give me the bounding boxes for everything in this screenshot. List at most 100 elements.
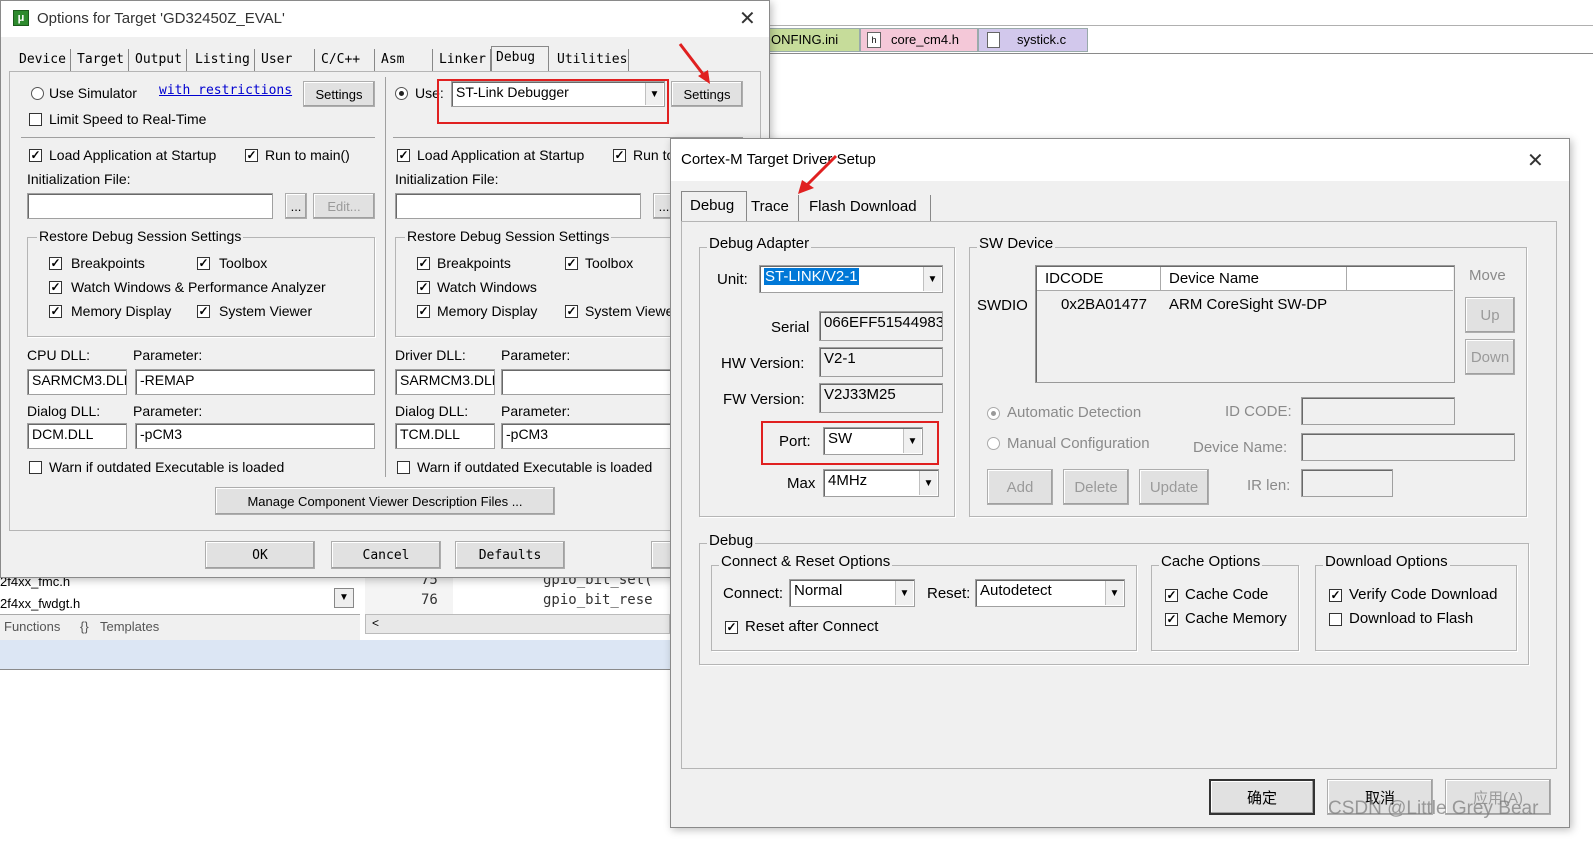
code-area: 75 gpio_bit_set( 76 gpio_bit_rese — [365, 572, 670, 614]
horizontal-scrollbar[interactable]: < — [365, 614, 670, 634]
init-file-browse-button[interactable]: ... — [285, 193, 307, 219]
tab-user[interactable]: User — [257, 49, 315, 71]
id-code-input[interactable] — [1301, 397, 1455, 425]
tab-debug[interactable]: Debug — [491, 46, 549, 71]
cache-memory-checkbox[interactable]: ✓ — [1165, 613, 1178, 626]
automatic-detection-radio[interactable] — [987, 407, 1000, 420]
tab-cpp[interactable]: C/C++ — [317, 49, 375, 71]
editor-tab-config[interactable]: ONFING.ini — [768, 28, 860, 52]
tab-device[interactable]: Device — [15, 49, 71, 71]
ir-len-input[interactable] — [1301, 469, 1393, 497]
device-table[interactable]: IDCODE Device Name 0x2BA01477 ARM CoreSi… — [1035, 265, 1455, 383]
use-simulator-label: Use Simulator — [49, 85, 137, 101]
cache-options-title: Cache Options — [1159, 553, 1263, 570]
ok-button[interactable]: OK — [205, 541, 315, 569]
manage-component-viewer-button[interactable]: Manage Component Viewer Description File… — [215, 487, 555, 515]
tab-listing[interactable]: Listing — [191, 49, 255, 71]
limit-speed-checkbox[interactable] — [29, 113, 42, 126]
ir-len-label: IR len: — [1247, 477, 1291, 494]
tab-output[interactable]: Output — [131, 49, 187, 71]
chevron-down-icon[interactable]: ▼ — [919, 471, 937, 495]
cpu-parameter-input[interactable]: -REMAP — [135, 369, 375, 395]
cpu-dll-input[interactable]: SARMCM3.DLL — [27, 369, 127, 395]
debug-options-title: Debug — [707, 532, 756, 549]
close-icon[interactable]: ✕ — [1527, 148, 1544, 173]
right-toolbox-checkbox[interactable]: ✓ — [565, 257, 578, 270]
with-restrictions-link[interactable]: with restrictions — [159, 83, 292, 98]
editor-tab-systick[interactable]: systick.c — [978, 28, 1088, 52]
manual-configuration-label: Manual Configuration — [1007, 435, 1150, 452]
right-init-file-input[interactable] — [395, 193, 641, 219]
dialog-dll-input[interactable]: DCM.DLL — [27, 423, 127, 449]
table-row[interactable]: 0x2BA01477 ARM CoreSight SW-DP — [1037, 292, 1453, 316]
move-up-button[interactable]: Up — [1465, 297, 1515, 333]
use-debugger-radio[interactable] — [395, 87, 408, 100]
add-device-button[interactable]: Add — [987, 469, 1053, 505]
unit-select[interactable]: ST-LINK/V2-1 ▼ — [759, 265, 943, 293]
toolbox-checkbox[interactable]: ✓ — [197, 257, 210, 270]
reset-after-connect-checkbox[interactable]: ✓ — [725, 621, 738, 634]
right-watch-windows-checkbox[interactable]: ✓ — [417, 281, 430, 294]
right-memory-display-checkbox[interactable]: ✓ — [417, 305, 430, 318]
right-warn-outdated-label: Warn if outdated Executable is loaded — [417, 459, 653, 475]
right-load-app-checkbox[interactable]: ✓ — [397, 149, 410, 162]
tab-utilities[interactable]: Utilities — [553, 49, 629, 71]
tab-templates[interactable]: Templates — [100, 619, 159, 634]
use-simulator-radio[interactable] — [31, 87, 44, 100]
right-warn-outdated-checkbox[interactable] — [397, 461, 410, 474]
editor-tab-core[interactable]: h core_cm4.h — [860, 28, 978, 52]
device-name-input[interactable] — [1301, 433, 1515, 461]
cache-code-checkbox[interactable]: ✓ — [1165, 589, 1178, 602]
chevron-down-icon[interactable]: ▼ — [923, 267, 941, 291]
update-device-button[interactable]: Update — [1139, 469, 1209, 505]
column-header-device-name[interactable]: Device Name — [1161, 267, 1347, 291]
connect-select[interactable]: Normal ▼ — [789, 579, 915, 607]
run-to-main-checkbox[interactable]: ✓ — [245, 149, 258, 162]
debug-adapter-title: Debug Adapter — [707, 235, 812, 252]
defaults-button[interactable]: Defaults — [455, 541, 565, 569]
move-down-button[interactable]: Down — [1465, 339, 1515, 375]
breakpoints-checkbox[interactable]: ✓ — [49, 257, 62, 270]
chevron-down-icon[interactable]: ▼ — [1105, 581, 1123, 605]
right-run-to-checkbox[interactable]: ✓ — [613, 149, 626, 162]
confirm-button[interactable]: 确定 — [1209, 779, 1315, 815]
max-label: Max — [787, 475, 816, 492]
right-system-viewer-checkbox[interactable]: ✓ — [565, 305, 578, 318]
port-select[interactable]: SW ▼ — [823, 427, 923, 455]
chevron-down-icon[interactable]: ▼ — [903, 429, 921, 453]
verify-code-download-checkbox[interactable]: ✓ — [1329, 589, 1342, 602]
simulator-settings-button[interactable]: Settings — [303, 81, 375, 107]
tab-functions[interactable]: Functions — [4, 619, 60, 634]
memory-display-checkbox[interactable]: ✓ — [49, 305, 62, 318]
list-item[interactable]: 2f4xx_fwdgt.h — [0, 596, 80, 611]
init-file-input[interactable] — [27, 193, 273, 219]
column-header-idcode[interactable]: IDCODE — [1037, 267, 1161, 291]
delete-device-button[interactable]: Delete — [1063, 469, 1129, 505]
right-dialog-dll-input[interactable]: TCM.DLL — [395, 423, 495, 449]
header-file-icon: h — [867, 32, 881, 48]
watch-windows-checkbox[interactable]: ✓ — [49, 281, 62, 294]
system-viewer-checkbox[interactable]: ✓ — [197, 305, 210, 318]
chevron-left-icon[interactable]: < — [372, 616, 379, 630]
load-app-checkbox[interactable]: ✓ — [29, 149, 42, 162]
column-header-filler — [1347, 267, 1453, 291]
reset-select[interactable]: Autodetect ▼ — [975, 579, 1125, 607]
manual-configuration-radio[interactable] — [987, 437, 1000, 450]
tab-asm[interactable]: Asm — [377, 49, 433, 71]
dialog-parameter-input[interactable]: -pCM3 — [135, 423, 375, 449]
chevron-down-icon[interactable]: ▼ — [895, 581, 913, 605]
cancel-button[interactable]: Cancel — [331, 541, 441, 569]
load-app-label: Load Application at Startup — [49, 147, 217, 163]
max-clock-select[interactable]: 4MHz ▼ — [823, 469, 939, 497]
dropdown-arrow-icon[interactable]: ▼ — [334, 588, 354, 608]
tab-debug[interactable]: Debug — [681, 191, 747, 221]
download-to-flash-checkbox[interactable] — [1329, 613, 1342, 626]
driver-parameter-label: Parameter: — [501, 347, 571, 363]
close-icon[interactable]: ✕ — [739, 6, 756, 31]
driver-dll-input[interactable]: SARMCM3.DLL — [395, 369, 495, 395]
warn-outdated-checkbox[interactable] — [29, 461, 42, 474]
tab-linker[interactable]: Linker — [435, 49, 491, 71]
right-breakpoints-checkbox[interactable]: ✓ — [417, 257, 430, 270]
tab-target[interactable]: Target — [73, 49, 129, 71]
init-file-edit-button[interactable]: Edit... — [313, 193, 375, 219]
